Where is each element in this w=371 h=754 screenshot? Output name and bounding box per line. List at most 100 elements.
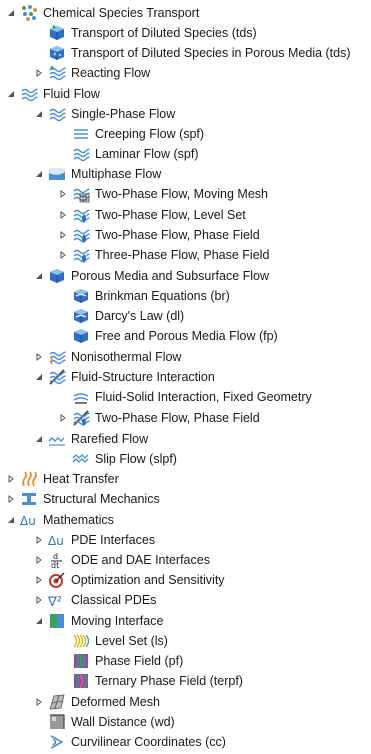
nonisothermal-flow-icon (48, 348, 66, 366)
tree-item-classical-pdes[interactable]: ∇² Classical PDEs (34, 590, 156, 610)
toggle-spacer (58, 286, 68, 306)
collapse-arrow-icon[interactable] (6, 3, 16, 23)
tree-item-transport-of-diluted-species-in-porous-media-tds[interactable]: Transport of Diluted Species in Porous M… (34, 43, 351, 63)
toggle-spacer (58, 631, 68, 651)
expand-arrow-icon[interactable] (34, 530, 44, 550)
tree-item-label: Creeping Flow (spf) (95, 127, 205, 141)
tree-item-free-and-porous-media-flow-fp[interactable]: Free and Porous Media Flow (fp) (58, 326, 278, 346)
tree-item-darcy-s-law-dl[interactable]: Darcy's Law (dl) (58, 306, 184, 326)
toggle-spacer (34, 712, 44, 732)
expand-arrow-icon[interactable] (6, 469, 16, 489)
tree-item-single-phase-flow[interactable]: Single-Phase Flow (34, 104, 175, 124)
tree-item-fluid-flow[interactable]: Fluid Flow (6, 84, 100, 104)
tree-item-fluid-solid-interaction-fixed-geometry[interactable]: Fluid-Solid Interaction, Fixed Geometry (58, 387, 312, 407)
tree-item-slip-flow-slpf[interactable]: Slip Flow (slpf) (58, 449, 177, 469)
tree-item-label: Curvilinear Coordinates (cc) (71, 735, 226, 749)
tree-item-transport-of-diluted-species-tds[interactable]: Transport of Diluted Species (tds) (34, 23, 257, 43)
phase-field-flow-icon (72, 226, 90, 244)
tree-item-level-set-ls[interactable]: Level Set (ls) (58, 631, 168, 651)
tree-item-mathematics[interactable]: Δu Mathematics (6, 510, 114, 530)
tree-item-rarefied-flow[interactable]: Rarefied Flow (34, 429, 148, 449)
tree-item-two-phase-flow-moving-mesh[interactable]: Two-Phase Flow, Moving Mesh (58, 184, 268, 204)
tree-item-label: Three-Phase Flow, Phase Field (95, 248, 270, 262)
tree-item-label: Darcy's Law (dl) (95, 309, 185, 323)
tree-item-two-phase-flow-phase-field[interactable]: Two-Phase Flow, Phase Field (58, 408, 260, 428)
tree-item-label: Slip Flow (slpf) (95, 452, 177, 466)
svg-text:Δu: Δu (20, 514, 36, 528)
level-set-icon (72, 632, 90, 650)
svg-text:Δu: Δu (48, 534, 64, 548)
tree-item-ode-and-dae-interfaces[interactable]: d dt ODE and DAE Interfaces (34, 550, 210, 570)
tree-item-curvilinear-coordinates-cc[interactable]: Curvilinear Coordinates (cc) (34, 732, 226, 752)
tree-item-label: Two-Phase Flow, Moving Mesh (95, 187, 268, 201)
expand-arrow-icon[interactable] (58, 184, 68, 204)
tree-item-label: Moving Interface (71, 614, 164, 628)
tree-item-two-phase-flow-level-set[interactable]: Two-Phase Flow, Level Set (58, 205, 246, 225)
tree-item-laminar-flow-spf[interactable]: Laminar Flow (spf) (58, 144, 199, 164)
tree-item-label: Classical PDEs (71, 593, 157, 607)
collapse-arrow-icon[interactable] (34, 429, 44, 449)
toggle-spacer (58, 326, 68, 346)
tree-item-optimization-and-sensitivity[interactable]: Optimization and Sensitivity (34, 570, 225, 590)
moving-mesh-flow-icon (72, 185, 90, 203)
tree-item-ternary-phase-field-terpf[interactable]: Ternary Phase Field (terpf) (58, 671, 243, 691)
expand-arrow-icon[interactable] (58, 408, 68, 428)
pde-interfaces-icon: Δu (48, 531, 66, 549)
diluted-species-icon (48, 24, 66, 42)
tree-item-heat-transfer[interactable]: Heat Transfer (6, 469, 119, 489)
collapse-arrow-icon[interactable] (34, 266, 44, 286)
collapse-arrow-icon[interactable] (6, 510, 16, 530)
tree-item-pde-interfaces[interactable]: Δu PDE Interfaces (34, 530, 155, 550)
tree-item-label: Transport of Diluted Species in Porous M… (71, 46, 351, 60)
collapse-arrow-icon[interactable] (34, 164, 44, 184)
toggle-spacer (58, 651, 68, 671)
expand-arrow-icon[interactable] (34, 550, 44, 570)
toggle-spacer (58, 306, 68, 326)
expand-arrow-icon[interactable] (34, 692, 44, 712)
expand-arrow-icon[interactable] (58, 205, 68, 225)
toggle-spacer (58, 671, 68, 691)
fluid-solid-icon (72, 388, 90, 406)
tree-item-label: Multiphase Flow (71, 167, 162, 181)
expand-arrow-icon[interactable] (34, 570, 44, 590)
tree-item-label: Two-Phase Flow, Level Set (95, 208, 246, 222)
tree-item-porous-media-and-subsurface-flow[interactable]: Porous Media and Subsurface Flow (34, 266, 269, 286)
phase-field-icon (72, 652, 90, 670)
tree-item-phase-field-pf[interactable]: Phase Field (pf) (58, 651, 183, 671)
tree-item-multiphase-flow[interactable]: Multiphase Flow (34, 164, 161, 184)
tree-item-wall-distance-wd[interactable]: Wall Distance (wd) (34, 712, 175, 732)
tree-item-label: Phase Field (pf) (95, 654, 184, 668)
tree-item-two-phase-flow-phase-field[interactable]: Two-Phase Flow, Phase Field (58, 225, 260, 245)
tree-item-label: ODE and DAE Interfaces (71, 553, 210, 567)
expand-arrow-icon[interactable] (34, 63, 44, 83)
tree-item-brinkman-equations-br[interactable]: Brinkman Equations (br) (58, 286, 230, 306)
expand-arrow-icon[interactable] (34, 347, 44, 367)
expand-arrow-icon[interactable] (6, 489, 16, 509)
collapse-arrow-icon[interactable] (34, 104, 44, 124)
collapse-arrow-icon[interactable] (34, 367, 44, 387)
tree-item-reacting-flow[interactable]: Reacting Flow (34, 63, 150, 83)
heat-transfer-icon (20, 470, 38, 488)
toggle-spacer (34, 23, 44, 43)
tree-item-structural-mechanics[interactable]: Structural Mechanics (6, 489, 160, 509)
fluid-structure-icon (48, 368, 66, 386)
tree-item-label: Single-Phase Flow (71, 107, 176, 121)
tree-item-deformed-mesh[interactable]: Deformed Mesh (34, 692, 160, 712)
fluid-flow-icon (20, 85, 38, 103)
svg-text:d: d (53, 552, 58, 561)
mathematics-icon: Δu (20, 511, 38, 529)
tree-item-creeping-flow-spf[interactable]: Creeping Flow (spf) (58, 124, 204, 144)
tree-item-nonisothermal-flow[interactable]: Nonisothermal Flow (34, 347, 181, 367)
rarefied-flow-icon (48, 430, 66, 448)
tree-item-fluid-structure-interaction[interactable]: Fluid-Structure Interaction (34, 367, 215, 387)
darcys-law-icon (72, 307, 90, 325)
expand-arrow-icon[interactable] (34, 590, 44, 610)
collapse-arrow-icon[interactable] (34, 611, 44, 631)
expand-arrow-icon[interactable] (58, 245, 68, 265)
tree-item-label: Porous Media and Subsurface Flow (71, 269, 270, 283)
expand-arrow-icon[interactable] (58, 225, 68, 245)
tree-item-chemical-species-transport[interactable]: Chemical Species Transport (6, 3, 199, 23)
tree-item-moving-interface[interactable]: Moving Interface (34, 611, 163, 631)
collapse-arrow-icon[interactable] (6, 84, 16, 104)
tree-item-three-phase-flow-phase-field[interactable]: Three-Phase Flow, Phase Field (58, 245, 269, 265)
